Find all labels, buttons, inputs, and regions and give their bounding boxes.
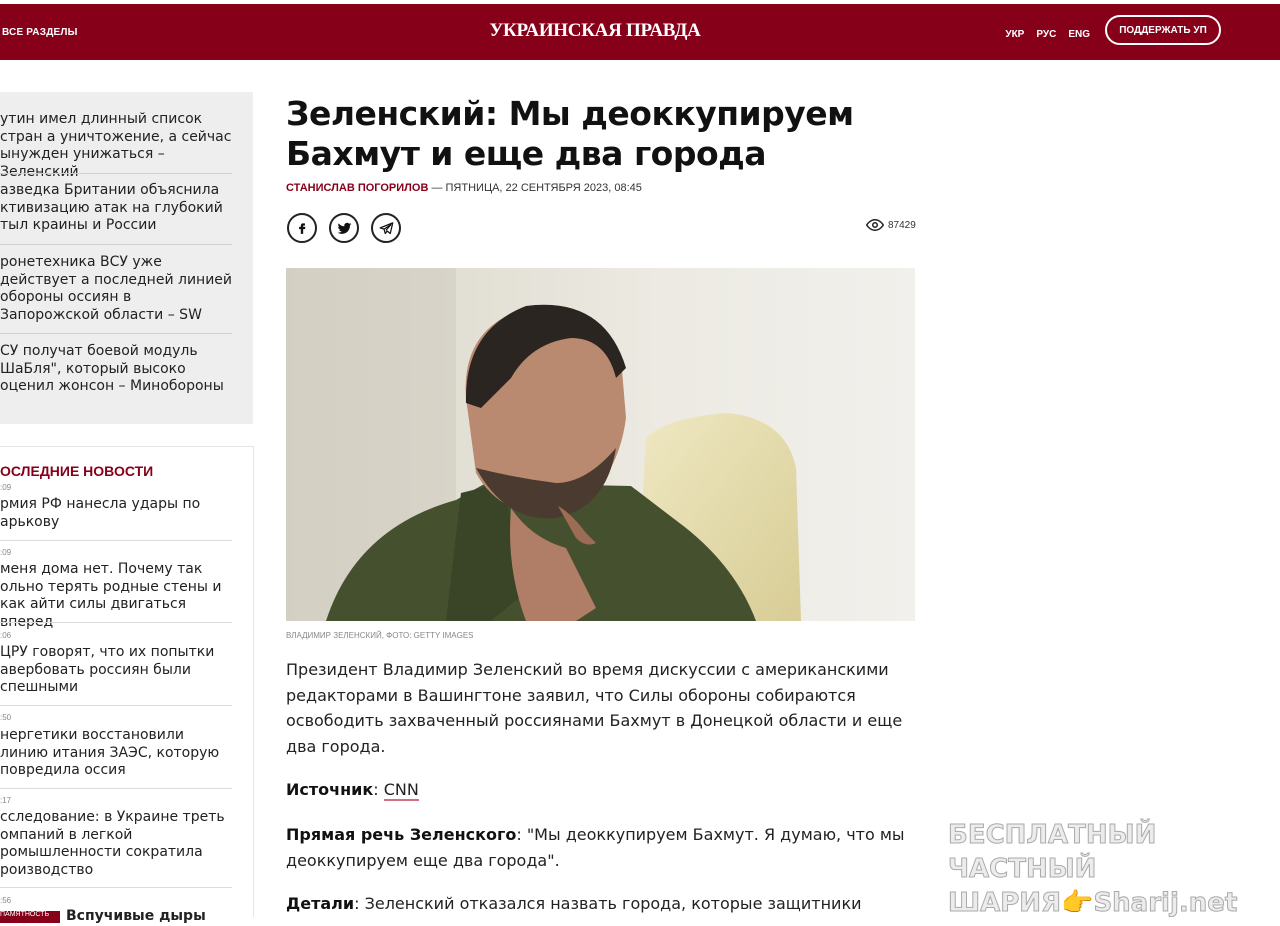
telegram-icon bbox=[379, 221, 393, 234]
news-item[interactable]: нергетики восстановили линию итания ЗАЭС… bbox=[0, 727, 232, 780]
news-time: :09 bbox=[0, 483, 12, 492]
divider bbox=[0, 173, 232, 174]
details-text: : Зеленский отказался назвать города, ко… bbox=[354, 894, 862, 913]
facebook-share-button[interactable] bbox=[287, 213, 317, 243]
photo-caption: Владимир Зеленский, Фото: Getty Images bbox=[286, 631, 474, 640]
news-item[interactable]: сследование: в Украине треть омпаний в л… bbox=[0, 809, 232, 879]
source-label: Источник bbox=[286, 780, 374, 799]
lang-eng[interactable]: ENG bbox=[1068, 29, 1090, 40]
lang-rus[interactable]: РУС bbox=[1036, 29, 1056, 40]
watermark: БЕСПЛАТНЫЙ ЧАСТНЫЙ ШАРИЯ👉Sharij.net bbox=[948, 818, 1280, 920]
lang-ukr[interactable]: УКР bbox=[1005, 29, 1024, 40]
news-time: :17 bbox=[0, 796, 12, 805]
twitter-icon bbox=[337, 222, 351, 234]
article-lead: Президент Владимир Зеленский во время ди… bbox=[286, 660, 903, 756]
view-count: 87429 bbox=[888, 219, 916, 231]
divider bbox=[0, 244, 232, 245]
divider bbox=[0, 333, 232, 334]
divider bbox=[0, 540, 232, 541]
related-news-item[interactable]: СУ получат боевой модуль ШаБля", который… bbox=[0, 343, 232, 396]
source-line: Источник: CNN bbox=[286, 780, 419, 801]
divider bbox=[0, 622, 232, 623]
details-paragraph: Детали: Зеленский отказался назвать горо… bbox=[286, 891, 906, 917]
related-news-item[interactable]: азведка Британии объяснила ктивизацию ат… bbox=[0, 182, 232, 235]
divider bbox=[0, 788, 232, 789]
publish-date: — ПЯТНИЦА, 22 СЕНТЯБРЯ 2023, 08:45 bbox=[428, 182, 642, 194]
article-byline: СТАНИСЛАВ ПОГОРИЛОВ — ПЯТНИЦА, 22 СЕНТЯБ… bbox=[286, 182, 642, 194]
top-navigation-bar: ВСЕ РАЗДЕЛЫ УКРАИНСКАЯ ПРАВДА УКР РУС EN… bbox=[0, 4, 1280, 60]
related-news-item[interactable]: ронетехника ВСУ уже действует а последне… bbox=[0, 254, 232, 324]
category-badge: ПАМЯТНОСТЬ bbox=[0, 911, 60, 923]
twitter-share-button[interactable] bbox=[329, 213, 359, 243]
news-item[interactable]: ЦРУ говорят, что их попытки авербовать р… bbox=[0, 644, 232, 697]
facebook-icon bbox=[299, 223, 306, 234]
divider bbox=[0, 705, 232, 706]
author-link[interactable]: СТАНИСЛАВ ПОГОРИЛОВ bbox=[286, 182, 428, 194]
article-title: Зеленский: Мы деоккупируем Бахмут и еще … bbox=[286, 94, 854, 173]
eye-icon bbox=[866, 219, 884, 231]
photo-illustration bbox=[286, 268, 915, 621]
quote-label: Прямая речь Зеленского bbox=[286, 825, 517, 844]
quote-paragraph: Прямая речь Зеленского: "Мы деоккупируем… bbox=[286, 822, 906, 873]
details-label: Детали bbox=[286, 894, 355, 913]
related-news-item[interactable]: утин имел длинный список стран а уничтож… bbox=[0, 111, 232, 181]
telegram-share-button[interactable] bbox=[371, 213, 401, 243]
article-photo bbox=[286, 268, 915, 621]
news-time: :56 bbox=[0, 896, 12, 905]
news-time: :06 bbox=[0, 631, 12, 640]
view-counter: 87429 bbox=[866, 219, 916, 231]
latest-news-title[interactable]: ОСЛЕДНИЕ НОВОСТИ bbox=[0, 463, 153, 479]
news-time: :09 bbox=[0, 548, 12, 557]
source-link[interactable]: CNN bbox=[383, 780, 419, 801]
news-time: :50 bbox=[0, 713, 12, 722]
support-button[interactable]: ПОДДЕРЖАТЬ УП bbox=[1105, 15, 1221, 45]
divider bbox=[0, 887, 232, 888]
watermark-line2: ШАРИЯ👉Sharij.net bbox=[948, 888, 1238, 919]
language-switcher: УКР РУС ENG bbox=[1005, 29, 1090, 40]
news-item[interactable]: меня дома нет. Почему так ольно терять р… bbox=[0, 561, 232, 631]
news-item[interactable]: Вспучивые дыры bbox=[66, 908, 298, 926]
watermark-line1: БЕСПЛАТНЫЙ ЧАСТНЫЙ bbox=[948, 820, 1157, 885]
news-item[interactable]: рмия РФ нанесла удары по арькову bbox=[0, 496, 232, 531]
